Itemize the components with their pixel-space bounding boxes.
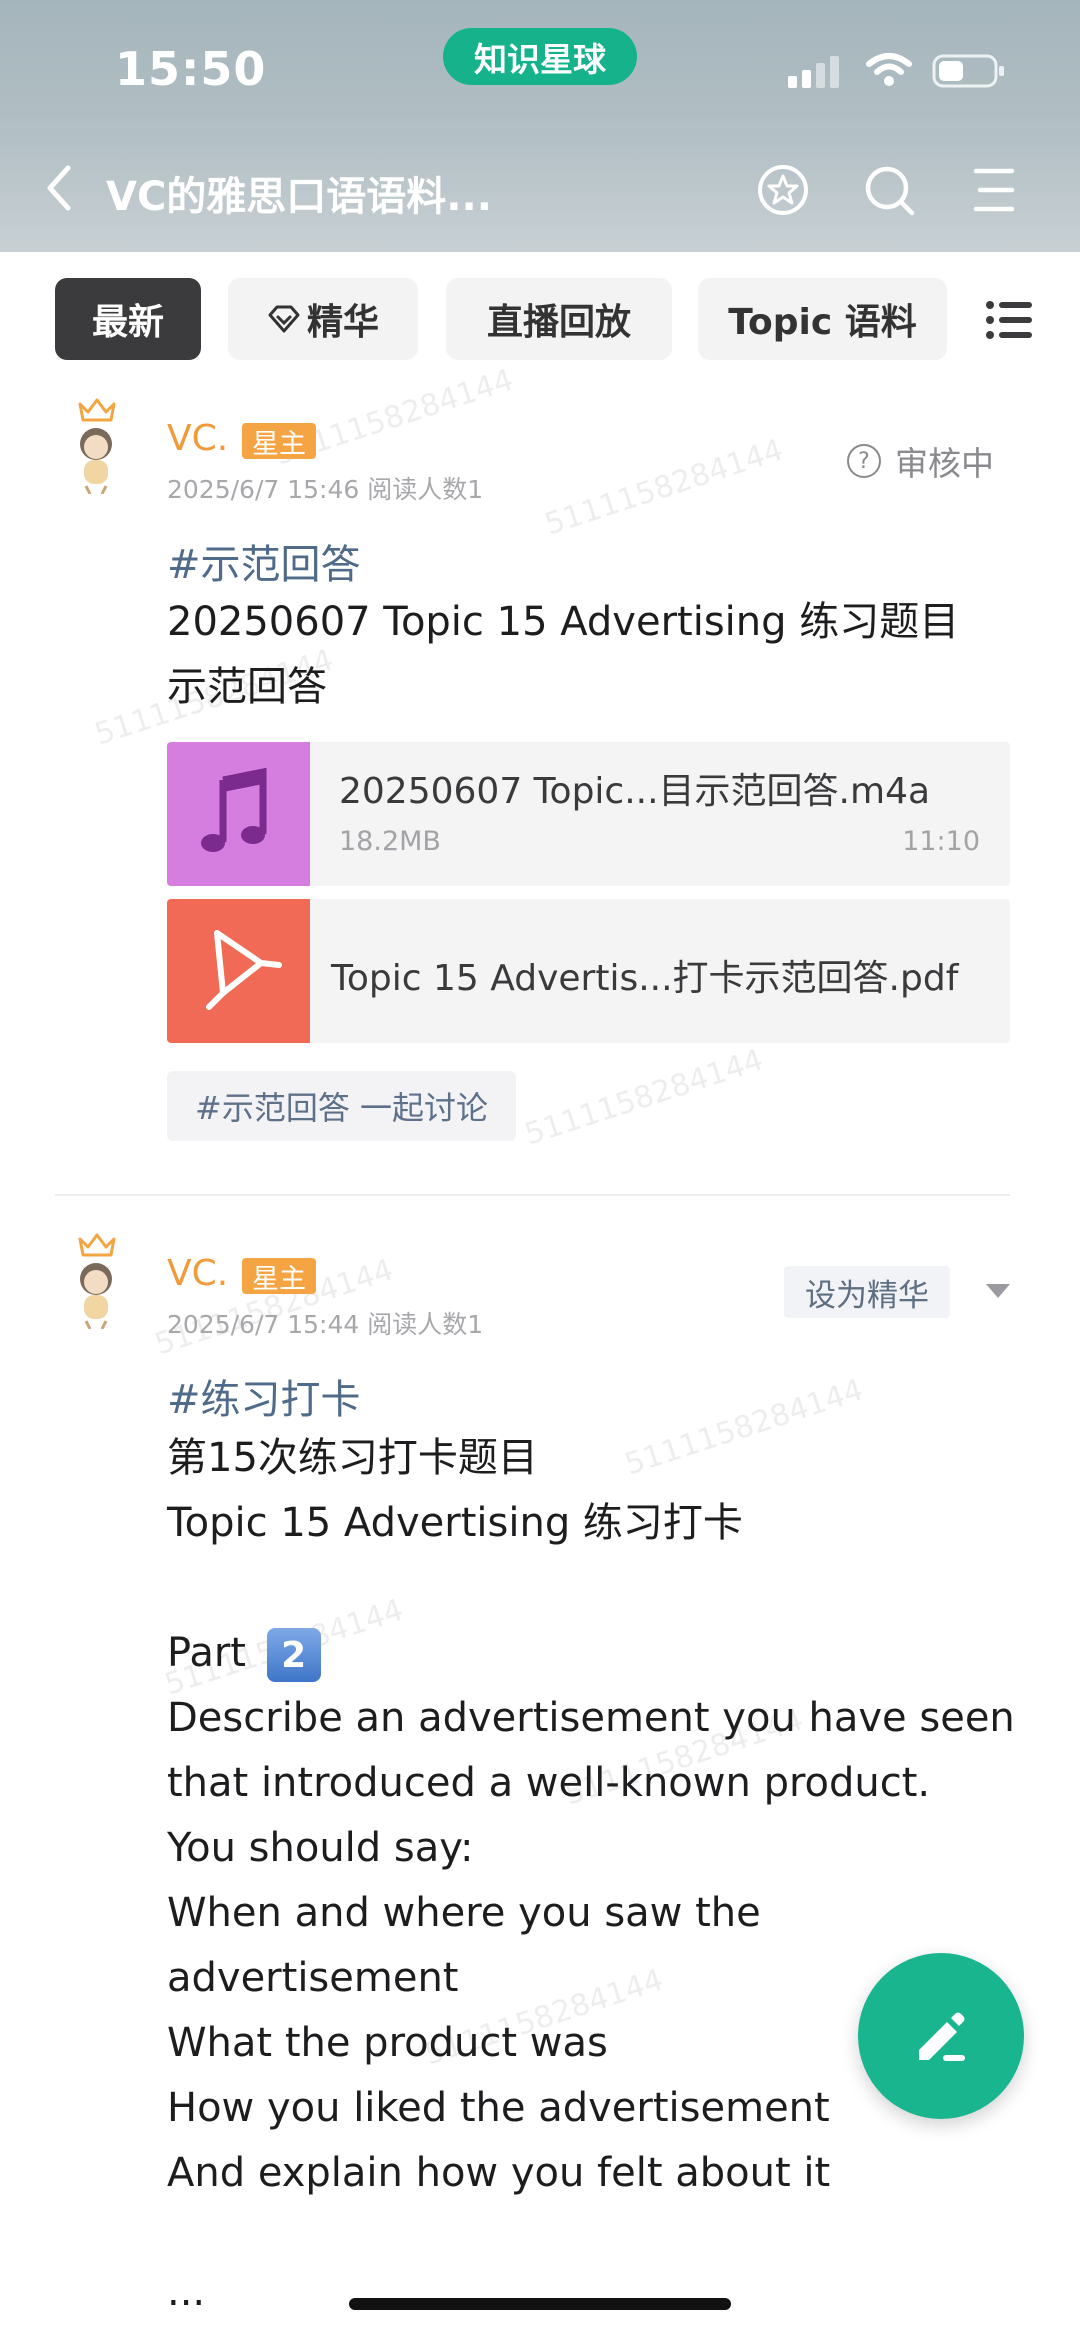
owner-badge: 星主 xyxy=(242,423,316,460)
back-chevron-icon[interactable] xyxy=(40,163,76,213)
post-line: When and where you saw the xyxy=(167,1890,761,1936)
audio-duration: 11:10 xyxy=(902,826,980,857)
post-meta: 2025/6/7 15:46 阅读人数1 xyxy=(167,475,484,504)
wifi-icon xyxy=(866,53,912,86)
avatar[interactable] xyxy=(72,424,120,494)
post-hashtag[interactable]: #示范回答 xyxy=(167,532,361,590)
part-label: Part xyxy=(167,1630,246,1676)
post-hashtag[interactable]: #练习打卡 xyxy=(167,1367,361,1425)
post-line: And explain how you felt about it xyxy=(167,2150,831,2196)
file-size: 18.2MB xyxy=(339,826,441,857)
post-line: Describe an advertisement you have seen xyxy=(167,1695,1015,1741)
home-indicator[interactable] xyxy=(349,2298,731,2310)
file-name: Topic 15 Advertis...打卡示范回答.pdf xyxy=(331,958,959,999)
tab-essence-label: 精华 xyxy=(306,302,379,343)
pdf-file-card[interactable]: Topic 15 Advertis...打卡示范回答.pdf xyxy=(167,899,1010,1043)
top-bar: 15:50 知识星球 VC的雅思口语语料... xyxy=(0,0,1080,252)
tag-chip[interactable]: #示范回答 一起讨论 xyxy=(167,1071,516,1141)
post-line: 第15次练习打卡题目 xyxy=(167,1435,538,1481)
more-options-caret-icon[interactable] xyxy=(986,1284,1010,1298)
tab-latest[interactable]: 最新 xyxy=(55,278,201,360)
group-title[interactable]: VC的雅思口语语料... xyxy=(106,164,492,222)
diamond-icon xyxy=(268,305,300,333)
post-line: What the product was xyxy=(167,2020,608,2066)
star-icon[interactable] xyxy=(756,163,810,217)
filter-tabs: 最新 精华 直播回放 Topic 语料 xyxy=(0,252,1080,382)
tab-topic-corpus[interactable]: Topic 语料 xyxy=(698,278,947,360)
pencil-icon xyxy=(919,2012,965,2061)
post-line: advertisement xyxy=(167,1955,459,2001)
review-status-label: 审核中 xyxy=(895,444,994,483)
avatar[interactable] xyxy=(72,1259,120,1329)
pdf-file-thumb xyxy=(167,899,310,1043)
review-status[interactable]: ? 审核中 xyxy=(847,437,994,485)
compose-button[interactable] xyxy=(858,1953,1024,2119)
author-name[interactable]: VC. xyxy=(167,1253,228,1294)
watermark: 5111158284144 xyxy=(520,1042,768,1153)
set-essence-button[interactable]: 设为精华 xyxy=(784,1266,950,1318)
keycap-number-icon: 2 xyxy=(266,1628,321,1682)
crown-icon xyxy=(78,398,116,422)
post-ellipsis[interactable]: ... xyxy=(167,2260,205,2325)
tab-essence[interactable]: 精华 xyxy=(228,278,418,360)
post-line-part: Part 2 xyxy=(167,1621,321,1686)
post-line: You should say: xyxy=(167,1825,474,1871)
author-name[interactable]: VC. xyxy=(167,418,228,459)
post-line: 20250607 Topic 15 Advertising 练习题目 xyxy=(167,599,960,645)
audio-file-card[interactable]: 20250607 Topic...目示范回答.m4a 18.2MB 11:10 xyxy=(167,742,1010,886)
audio-file-thumb xyxy=(167,742,310,886)
watermark: 5111158284144 xyxy=(540,432,788,543)
cellular-signal-icon xyxy=(788,56,839,88)
post-line: that introduced a well-known product. xyxy=(167,1760,931,1806)
post-divider xyxy=(55,1194,1010,1196)
question-icon: ? xyxy=(847,444,881,478)
pdf-icon xyxy=(206,930,282,1010)
list-icon[interactable] xyxy=(986,300,1032,340)
post-meta: 2025/6/7 15:44 阅读人数1 xyxy=(167,1310,484,1339)
watermark: 5111158284144 xyxy=(620,1372,868,1483)
crown-icon xyxy=(78,1233,116,1257)
post-line: How you liked the advertisement xyxy=(167,2085,830,2131)
status-time: 15:50 xyxy=(115,42,267,96)
app-status-pill[interactable]: 知识星球 xyxy=(443,28,637,85)
post-line: 示范回答 xyxy=(167,664,327,710)
menu-icon[interactable] xyxy=(966,163,1020,217)
post-line: Topic 15 Advertising 练习打卡 xyxy=(167,1500,743,1546)
owner-badge: 星主 xyxy=(242,1258,316,1295)
file-name: 20250607 Topic...目示范回答.m4a xyxy=(339,771,931,812)
search-icon[interactable] xyxy=(862,163,916,217)
battery-icon xyxy=(932,54,1004,88)
tab-live-replay[interactable]: 直播回放 xyxy=(446,278,672,360)
music-note-icon xyxy=(201,767,267,852)
